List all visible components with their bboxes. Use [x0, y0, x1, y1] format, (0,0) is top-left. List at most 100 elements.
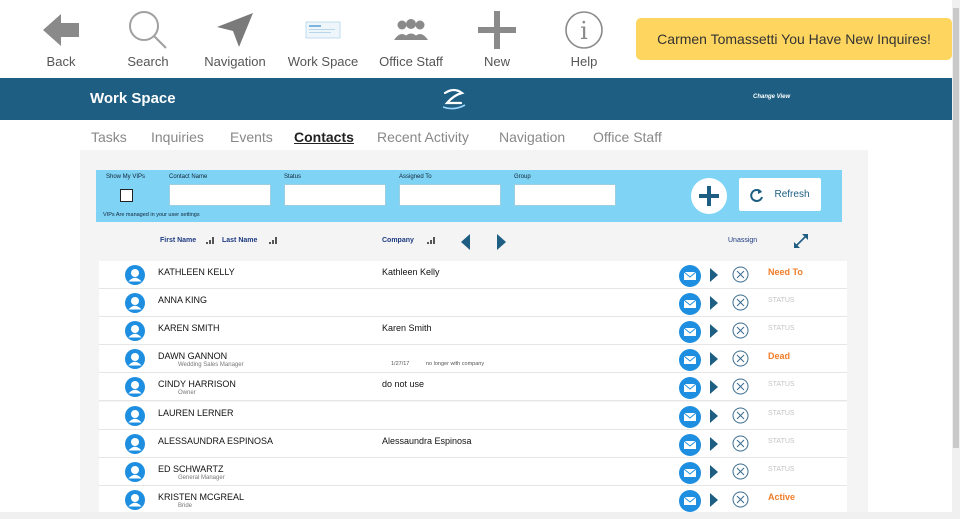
email-icon[interactable] — [679, 293, 701, 315]
search-label: Search — [127, 54, 169, 69]
sort-icon[interactable] — [206, 237, 214, 244]
unassign-icon[interactable] — [732, 491, 749, 508]
first-name-header[interactable]: First Name — [160, 237, 196, 244]
contact-name[interactable]: ED SCHWARTZ — [158, 464, 224, 474]
add-contact-button[interactable] — [691, 178, 727, 214]
office-staff-label: Office Staff — [379, 54, 443, 69]
vip-note: VIPs Are managed in your user settings — [103, 212, 200, 218]
new-button[interactable]: New — [457, 8, 537, 69]
contact-name-input[interactable] — [169, 184, 271, 206]
horizontal-scrollbar[interactable] — [0, 512, 952, 519]
contact-row[interactable]: CINDY HARRISON Owner do not use STATUS — [99, 373, 847, 401]
tab-events[interactable]: Events — [230, 129, 273, 145]
expand-row-icon[interactable] — [710, 380, 718, 394]
status-badge[interactable]: STATUS — [768, 325, 795, 332]
contact-name[interactable]: DAWN GANNON — [158, 351, 227, 361]
vertical-scrollbar[interactable] — [952, 0, 960, 519]
contact-company: Karen Smith — [382, 323, 432, 333]
email-icon[interactable] — [679, 406, 701, 428]
plus-icon — [457, 8, 537, 52]
expand-row-icon[interactable] — [710, 296, 718, 310]
scroll-thumb[interactable] — [953, 8, 959, 448]
person-avatar-icon — [125, 406, 145, 426]
contact-row[interactable]: LAUREN LERNER STATUS — [99, 402, 847, 430]
contact-company: Alessaundra Espinosa — [382, 436, 472, 446]
contact-row[interactable]: ANNA KING STATUS — [99, 289, 847, 317]
email-icon[interactable] — [679, 490, 701, 512]
email-icon[interactable] — [679, 349, 701, 371]
new-inquiries-alert[interactable]: Carmen Tomassetti You Have New Inquires! — [636, 18, 952, 60]
assigned-to-input[interactable] — [399, 184, 501, 206]
expand-row-icon[interactable] — [710, 268, 718, 282]
expand-row-icon[interactable] — [710, 493, 718, 507]
person-avatar-icon — [125, 377, 145, 397]
contact-row[interactable]: DAWN GANNON Wedding Sales Manager 1/27/17 n… — [99, 345, 847, 373]
status-badge[interactable]: STATUS — [768, 381, 795, 388]
expand-row-icon[interactable] — [710, 352, 718, 366]
group-input[interactable] — [514, 184, 616, 206]
navigation-arrow-icon — [195, 8, 275, 52]
email-icon[interactable] — [679, 434, 701, 456]
email-icon[interactable] — [679, 377, 701, 399]
prev-column-icon[interactable] — [461, 234, 471, 250]
tab-contacts[interactable]: Contacts — [294, 129, 354, 145]
refresh-button[interactable]: Refresh — [739, 178, 821, 211]
contact-name[interactable]: KRISTEN MCGREAL — [158, 492, 244, 502]
tab-office-staff[interactable]: Office Staff — [593, 129, 662, 145]
unassign-icon[interactable] — [732, 435, 749, 452]
company-header[interactable]: Company — [382, 237, 414, 244]
unassign-icon[interactable] — [732, 266, 749, 283]
unassign-icon[interactable] — [732, 378, 749, 395]
contact-row[interactable]: KATHLEEN KELLY Kathleen Kelly Need To — [99, 261, 847, 289]
expand-row-icon[interactable] — [710, 437, 718, 451]
back-button[interactable]: Back — [21, 8, 101, 69]
email-icon[interactable] — [679, 321, 701, 343]
unassign-icon[interactable] — [732, 294, 749, 311]
contact-row[interactable]: KRISTEN MCGREAL Bride Active — [99, 486, 847, 514]
email-icon[interactable] — [679, 265, 701, 287]
last-name-header[interactable]: Last Name — [222, 237, 257, 244]
person-avatar-icon — [125, 434, 145, 454]
status-badge[interactable]: Active — [768, 492, 795, 502]
status-badge[interactable]: Need To — [768, 267, 803, 277]
tab-tasks[interactable]: Tasks — [91, 129, 127, 145]
contact-name[interactable]: CINDY HARRISON — [158, 379, 236, 389]
contact-row[interactable]: ED SCHWARTZ General Manager STATUS — [99, 458, 847, 486]
contact-row[interactable]: ALESSAUNDRA ESPINOSA Alessaundra Espinosa… — [99, 430, 847, 458]
status-badge[interactable]: Dead — [768, 351, 790, 361]
status-badge[interactable]: STATUS — [768, 466, 795, 473]
sort-icon[interactable] — [269, 237, 277, 244]
expand-row-icon[interactable] — [710, 324, 718, 338]
show-vips-checkbox[interactable] — [120, 189, 133, 202]
unassign-icon[interactable] — [732, 350, 749, 367]
email-icon[interactable] — [679, 462, 701, 484]
contact-name[interactable]: KATHLEEN KELLY — [158, 267, 235, 277]
office-staff-button[interactable]: Office Staff — [371, 8, 451, 69]
help-button[interactable]: i Help — [544, 8, 624, 69]
status-badge[interactable]: STATUS — [768, 297, 795, 304]
status-badge[interactable]: STATUS — [768, 410, 795, 417]
next-column-icon[interactable] — [496, 234, 506, 250]
navigation-button[interactable]: Navigation — [195, 8, 275, 69]
expand-row-icon[interactable] — [710, 409, 718, 423]
contact-name[interactable]: KAREN SMITH — [158, 323, 220, 333]
unassign-icon[interactable] — [732, 407, 749, 424]
contact-name[interactable]: LAUREN LERNER — [158, 408, 234, 418]
unassign-icon[interactable] — [732, 463, 749, 480]
status-input[interactable] — [284, 184, 386, 206]
tab-inquiries[interactable]: Inquiries — [151, 129, 204, 145]
search-button[interactable]: Search — [108, 8, 188, 69]
contact-name[interactable]: ALESSAUNDRA ESPINOSA — [158, 436, 273, 446]
sort-icon[interactable] — [427, 237, 435, 244]
expand-icon[interactable] — [793, 233, 809, 249]
tab-navigation[interactable]: Navigation — [499, 129, 565, 145]
contact-row[interactable]: KAREN SMITH Karen Smith STATUS — [99, 317, 847, 345]
tab-recent-activity[interactable]: Recent Activity — [377, 129, 469, 145]
navigation-label: Navigation — [204, 54, 266, 69]
expand-row-icon[interactable] — [710, 465, 718, 479]
contact-name[interactable]: ANNA KING — [158, 295, 207, 305]
status-badge[interactable]: STATUS — [768, 438, 795, 445]
change-view-link[interactable]: Change View — [753, 94, 790, 100]
workspace-button[interactable]: Work Space — [283, 8, 363, 69]
unassign-icon[interactable] — [732, 322, 749, 339]
